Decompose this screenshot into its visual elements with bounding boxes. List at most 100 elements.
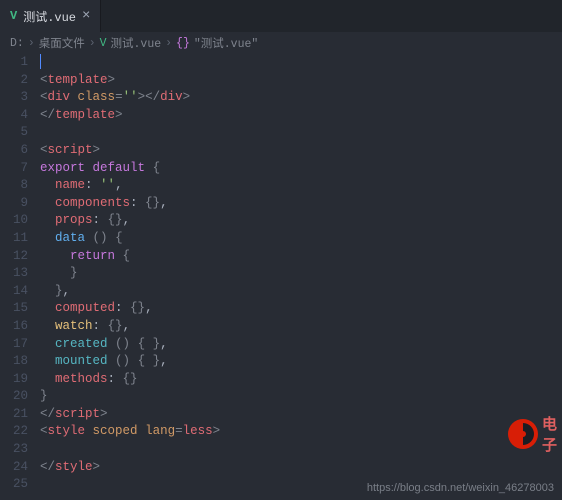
code-line[interactable]: </style> <box>40 459 562 477</box>
breadcrumb-seg[interactable]: D: <box>10 37 24 50</box>
code-line[interactable]: <div class=''></div> <box>40 89 562 107</box>
code-token: < <box>40 90 48 104</box>
code-token: scoped <box>93 424 138 438</box>
code-token <box>40 284 55 298</box>
code-line[interactable]: watch: {}, <box>40 318 562 336</box>
code-line[interactable]: <script> <box>40 142 562 160</box>
line-number: 3 <box>0 89 28 107</box>
line-number: 8 <box>0 177 28 195</box>
code-line[interactable]: components: {}, <box>40 195 562 213</box>
code-token: : <box>85 178 100 192</box>
line-number: 25 <box>0 476 28 494</box>
line-number: 21 <box>0 406 28 424</box>
breadcrumb-seg[interactable]: "测试.vue" <box>194 35 258 51</box>
code-line[interactable]: return { <box>40 248 562 266</box>
code-token: : <box>108 372 123 386</box>
code-content[interactable]: <template><div class=''></div></template… <box>40 54 562 500</box>
code-token: script <box>55 407 100 421</box>
line-number: 16 <box>0 318 28 336</box>
code-token: > <box>93 460 101 474</box>
braces-icon: {} <box>176 37 190 50</box>
code-line[interactable]: </template> <box>40 107 562 125</box>
code-line[interactable] <box>40 441 562 459</box>
code-token: , <box>160 354 168 368</box>
code-token <box>108 337 116 351</box>
code-token <box>40 266 70 280</box>
code-token: style <box>55 460 93 474</box>
code-line[interactable] <box>40 124 562 142</box>
watermark-logo-text: 电子 <box>542 413 562 455</box>
code-token: '' <box>123 90 138 104</box>
code-token: = <box>115 90 123 104</box>
vue-icon: V <box>10 9 17 23</box>
code-line[interactable]: <template> <box>40 72 562 90</box>
code-line[interactable]: methods: {} <box>40 371 562 389</box>
code-token: > <box>108 73 116 87</box>
code-line[interactable]: }, <box>40 283 562 301</box>
code-token: } <box>70 266 78 280</box>
code-token: components <box>55 196 130 210</box>
code-token <box>40 337 55 351</box>
close-icon[interactable]: × <box>82 9 90 23</box>
tab-filename: 测试.vue <box>23 8 76 25</box>
code-token: , <box>123 213 131 227</box>
line-number: 24 <box>0 459 28 477</box>
code-token: </ <box>40 460 55 474</box>
line-number: 18 <box>0 353 28 371</box>
editor-tab[interactable]: V 测试.vue × <box>0 0 101 32</box>
line-number: 15 <box>0 300 28 318</box>
code-token: , <box>160 337 168 351</box>
code-line[interactable]: } <box>40 388 562 406</box>
code-token: : <box>93 319 108 333</box>
line-number: 10 <box>0 212 28 230</box>
code-token <box>70 90 78 104</box>
line-number: 22 <box>0 423 28 441</box>
code-token: div <box>48 90 71 104</box>
code-line[interactable] <box>40 54 562 72</box>
line-number-gutter: 1234567891011121314151617181920212223242… <box>0 54 40 500</box>
code-line[interactable]: export default { <box>40 160 562 178</box>
breadcrumb-seg[interactable]: 测试.vue <box>111 35 162 51</box>
code-token: () <box>115 337 130 351</box>
code-line[interactable]: computed: {}, <box>40 300 562 318</box>
code-line[interactable]: name: '', <box>40 177 562 195</box>
code-token: </ <box>40 407 55 421</box>
code-token: computed <box>55 301 115 315</box>
code-token <box>145 161 153 175</box>
code-line[interactable]: </script> <box>40 406 562 424</box>
code-token <box>138 424 146 438</box>
code-token: ></ <box>138 90 161 104</box>
code-token: : <box>115 301 130 315</box>
code-token: default <box>93 161 146 175</box>
code-token: methods <box>55 372 108 386</box>
code-editor[interactable]: 1234567891011121314151617181920212223242… <box>0 54 562 500</box>
code-line[interactable]: <style scoped lang=less> <box>40 423 562 441</box>
code-token <box>40 354 55 368</box>
code-token: {} <box>130 301 145 315</box>
code-token <box>108 231 116 245</box>
code-token <box>85 161 93 175</box>
code-token: , <box>63 284 71 298</box>
code-token: } <box>55 284 63 298</box>
line-number: 5 <box>0 124 28 142</box>
code-token <box>130 337 138 351</box>
code-line[interactable]: created () { }, <box>40 336 562 354</box>
code-line[interactable]: mounted () { }, <box>40 353 562 371</box>
chevron-right-icon: › <box>89 37 96 50</box>
code-line[interactable]: props: {}, <box>40 212 562 230</box>
line-number: 13 <box>0 265 28 283</box>
code-token: > <box>93 143 101 157</box>
code-token: less <box>183 424 213 438</box>
code-line[interactable]: data () { <box>40 230 562 248</box>
breadcrumb[interactable]: D: › 桌面文件 › V 测试.vue › {} "测试.vue" <box>0 32 562 54</box>
code-token <box>40 249 70 263</box>
code-token: , <box>160 196 168 210</box>
breadcrumb-seg[interactable]: 桌面文件 <box>39 35 85 51</box>
line-number: 14 <box>0 283 28 301</box>
code-token: </ <box>40 108 55 122</box>
code-line[interactable]: } <box>40 265 562 283</box>
code-token: '' <box>100 178 115 192</box>
code-token <box>115 249 123 263</box>
watermark-logo: 电子 <box>506 406 562 462</box>
watermark-url: https://blog.csdn.net/weixin_46278003 <box>367 482 554 494</box>
